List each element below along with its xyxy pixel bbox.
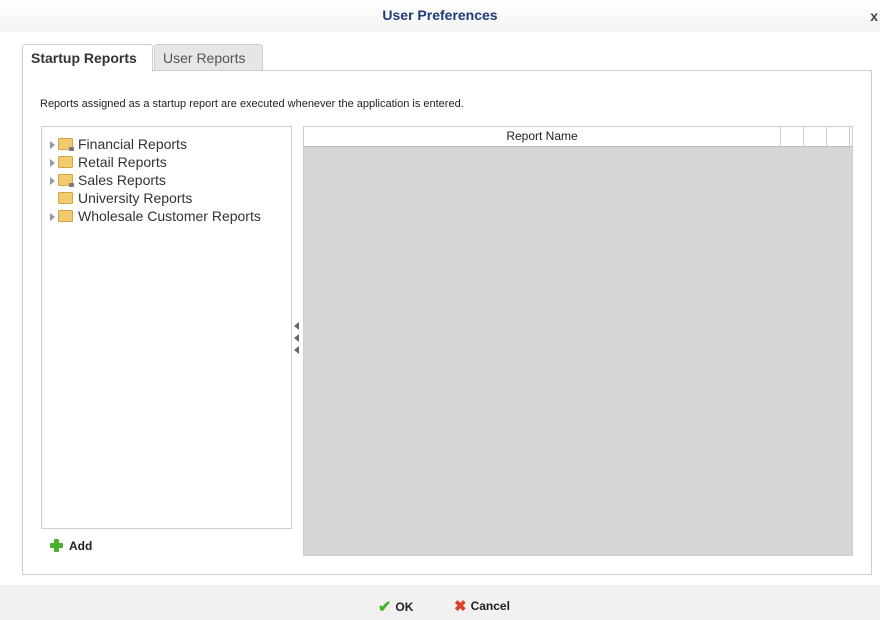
grid-header: Report Name <box>304 127 852 147</box>
add-label: Add <box>69 539 93 553</box>
close-icon[interactable]: x <box>870 8 878 24</box>
move-arrows <box>293 320 301 358</box>
column-header-report-name[interactable]: Report Name <box>304 127 781 146</box>
add-button[interactable]: Add <box>50 538 92 554</box>
move-left-icon[interactable] <box>294 322 299 330</box>
check-icon: ✔ <box>378 599 392 616</box>
expand-arrow-icon[interactable] <box>50 177 55 186</box>
folder-icon <box>58 210 73 223</box>
ok-button[interactable]: ✔ OK <box>378 598 413 618</box>
tab-user-reports[interactable]: User Reports <box>154 44 263 71</box>
tab-startup-reports[interactable]: Startup Reports <box>22 44 153 72</box>
folder-icon <box>58 156 73 169</box>
description-text: Reports assigned as a startup report are… <box>40 98 464 110</box>
dialog-title: User Preferences <box>382 7 498 23</box>
tree-item-sales-reports[interactable]: Sales Reports <box>50 171 166 189</box>
column-header[interactable] <box>827 127 850 146</box>
ok-label: OK <box>395 600 414 615</box>
dialog-footer <box>0 585 880 620</box>
column-header[interactable] <box>804 127 827 146</box>
tree-item-financial-reports[interactable]: Financial Reports <box>50 135 187 153</box>
tree-item-label: Financial Reports <box>78 136 187 152</box>
folder-icon <box>58 174 74 188</box>
expand-arrow-icon[interactable] <box>50 159 55 168</box>
expand-arrow-icon[interactable] <box>50 141 55 150</box>
startup-report-grid: Report Name <box>303 126 853 556</box>
column-header[interactable] <box>781 127 804 146</box>
tree-item-retail-reports[interactable]: Retail Reports <box>50 153 167 171</box>
move-left-icon[interactable] <box>294 334 299 342</box>
cancel-x-icon: ✖ <box>454 598 467 615</box>
lock-icon <box>69 183 74 188</box>
report-tree: Financial Reports Retail Reports Sales R… <box>41 126 292 529</box>
cancel-button[interactable]: ✖ Cancel <box>454 598 510 616</box>
tree-item-label: University Reports <box>78 190 193 206</box>
tree-item-university-reports[interactable]: University Reports <box>50 189 192 207</box>
plus-icon <box>50 539 63 553</box>
expand-arrow-icon[interactable] <box>50 213 55 222</box>
tree-item-label: Wholesale Customer Reports <box>78 208 261 224</box>
tree-item-label: Sales Reports <box>78 172 166 188</box>
tree-item-label: Retail Reports <box>78 154 167 170</box>
folder-icon <box>58 138 74 152</box>
lock-icon <box>69 147 74 152</box>
move-left-icon[interactable] <box>294 346 299 354</box>
tree-item-wholesale-customer-reports[interactable]: Wholesale Customer Reports <box>50 207 261 225</box>
cancel-label: Cancel <box>470 599 510 614</box>
title-bar: User Preferences x <box>0 0 880 32</box>
folder-icon <box>58 192 73 205</box>
